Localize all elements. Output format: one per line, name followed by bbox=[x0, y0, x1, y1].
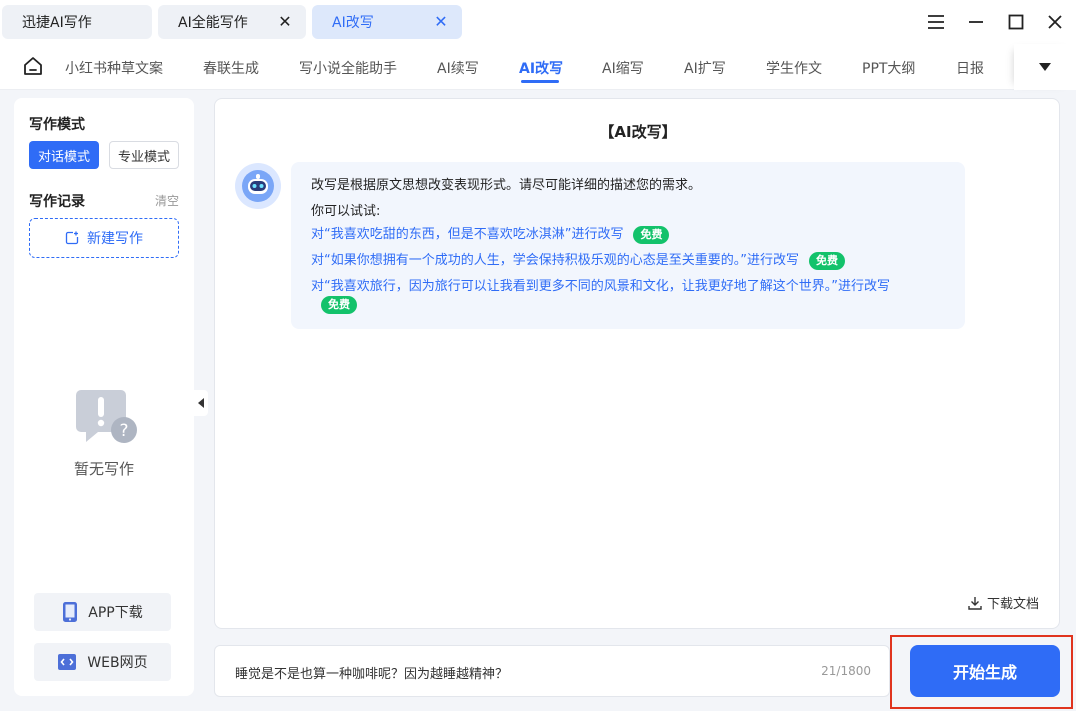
download-doc-button[interactable]: 下载文档 bbox=[967, 593, 1039, 612]
svg-text:?: ? bbox=[119, 421, 128, 441]
empty-records-icon: ? bbox=[74, 388, 140, 446]
clear-records-link[interactable]: 清空 bbox=[155, 192, 179, 209]
nav-item-continue[interactable]: AI续写 bbox=[437, 58, 479, 78]
minimize-icon[interactable] bbox=[964, 10, 988, 34]
web-page-label: WEB网页 bbox=[87, 655, 148, 671]
intro-text: 改写是根据原文思想改变表现形式。请尽可能详细的描述您的需求。 bbox=[311, 178, 702, 193]
more-tabs-button[interactable] bbox=[1014, 44, 1076, 90]
window-tab-ai-rewrite[interactable]: AI改写 ✕ bbox=[312, 5, 462, 39]
pro-mode-button[interactable]: 专业模式 bbox=[109, 141, 179, 169]
new-document-icon bbox=[65, 231, 79, 245]
assistant-message: 改写是根据原文思想改变表现形式。请尽可能详细的描述您的需求。 你可以试试: 对“… bbox=[291, 162, 965, 329]
empty-records-text: 暂无写作 bbox=[73, 460, 134, 478]
suggestion-text: 对“我喜欢吃甜的东西，但是不喜欢吃冰淇淋”进行改写 bbox=[311, 227, 624, 242]
nav-item-rewrite[interactable]: AI改写 bbox=[519, 58, 563, 78]
home-icon[interactable] bbox=[22, 55, 44, 77]
title-bar: 迅捷AI写作 AI全能写作 ✕ AI改写 ✕ bbox=[0, 0, 1076, 44]
new-writing-label: 新建写作 bbox=[87, 231, 143, 247]
try-label: 你可以试试: bbox=[311, 204, 381, 219]
close-window-icon[interactable] bbox=[1043, 10, 1067, 34]
free-badge: 免费 bbox=[633, 226, 670, 244]
web-page-button[interactable]: WEB网页 bbox=[34, 643, 171, 681]
suggestion-2[interactable]: 对“如果你想拥有一个成功的人生，学会保持积极乐观的心态是至关重要的。”进行改写免… bbox=[311, 249, 845, 270]
window-tab-all-writing[interactable]: AI全能写作 ✕ bbox=[158, 5, 306, 39]
main-panel: 【AI改写】 改写是根据原文思想改变表现形式。请尽可能详细的描述您的需求。 你可… bbox=[214, 98, 1060, 629]
app-download-button[interactable]: APP下载 bbox=[34, 593, 171, 631]
download-doc-label: 下载文档 bbox=[986, 597, 1039, 612]
suggestion-3[interactable]: 对“我喜欢旅行，因为旅行可以让我看到更多不同的风景和文化，让我更好地了解这个世界… bbox=[311, 275, 890, 294]
nav-item-essay[interactable]: 学生作文 bbox=[766, 58, 822, 78]
start-generate-button[interactable]: 开始生成 bbox=[910, 645, 1060, 697]
free-badge: 免费 bbox=[808, 252, 845, 270]
sidebar: 写作模式 对话模式 专业模式 写作记录 清空 新建写作 ? 暂无写作 APP下载 bbox=[14, 98, 194, 696]
suggestion-text: 对“如果你想拥有一个成功的人生，学会保持积极乐观的心态是至关重要的。”进行改写 bbox=[311, 253, 799, 268]
page-title: 【AI改写】 bbox=[599, 123, 677, 141]
feature-nav: 小红书种草文案 春联生成 写小说全能助手 AI续写 AI改写 AI缩写 AI扩写… bbox=[0, 44, 1076, 90]
maximize-icon[interactable] bbox=[1004, 10, 1028, 34]
collapse-sidebar-button[interactable] bbox=[194, 390, 208, 416]
nav-item-couplets[interactable]: 春联生成 bbox=[203, 58, 259, 78]
new-writing-button[interactable]: 新建写作 bbox=[29, 218, 179, 258]
close-tab-icon[interactable]: ✕ bbox=[276, 13, 294, 31]
suggestion-text: 对“我喜欢旅行，因为旅行可以让我看到更多不同的风景和文化，让我更好地了解这个世界… bbox=[311, 279, 890, 294]
chat-mode-button[interactable]: 对话模式 bbox=[29, 141, 99, 169]
nav-item-xiaohongshu[interactable]: 小红书种草文案 bbox=[65, 58, 163, 78]
suggestion-3-badge-row: 免费 bbox=[311, 296, 357, 314]
nav-item-expand[interactable]: AI扩写 bbox=[684, 58, 726, 78]
active-tab-indicator bbox=[521, 80, 559, 83]
writing-record-title: 写作记录 bbox=[29, 194, 85, 210]
nav-item-ppt[interactable]: PPT大纲 bbox=[862, 58, 915, 78]
nav-item-shorten[interactable]: AI缩写 bbox=[602, 58, 644, 78]
highlight-box: 开始生成 bbox=[890, 635, 1073, 709]
prompt-input-box: 21/1800 bbox=[214, 645, 890, 697]
free-badge: 免费 bbox=[321, 296, 357, 314]
download-icon bbox=[968, 596, 982, 610]
phone-icon bbox=[63, 602, 78, 622]
robot-avatar-icon bbox=[235, 163, 281, 209]
nav-item-daily[interactable]: 日报 bbox=[956, 58, 984, 78]
close-tab-icon[interactable]: ✕ bbox=[432, 13, 450, 31]
window-tab-label: 迅捷AI写作 bbox=[22, 15, 92, 31]
char-counter: 21/1800 bbox=[821, 664, 871, 678]
window-tab-label: AI改写 bbox=[332, 15, 374, 31]
prompt-input[interactable] bbox=[235, 661, 795, 683]
caret-left-icon bbox=[197, 398, 204, 408]
app-download-label: APP下载 bbox=[88, 605, 143, 621]
nav-item-novel[interactable]: 写小说全能助手 bbox=[299, 58, 397, 78]
window-tab-label: AI全能写作 bbox=[178, 15, 248, 31]
window-tab-xunjie[interactable]: 迅捷AI写作 bbox=[2, 5, 152, 39]
web-code-icon bbox=[58, 654, 77, 670]
menu-icon[interactable] bbox=[924, 10, 948, 34]
caret-down-icon bbox=[1039, 63, 1051, 71]
suggestion-1[interactable]: 对“我喜欢吃甜的东西，但是不喜欢吃冰淇淋”进行改写 免费 bbox=[311, 223, 670, 244]
writing-mode-title: 写作模式 bbox=[29, 117, 85, 133]
